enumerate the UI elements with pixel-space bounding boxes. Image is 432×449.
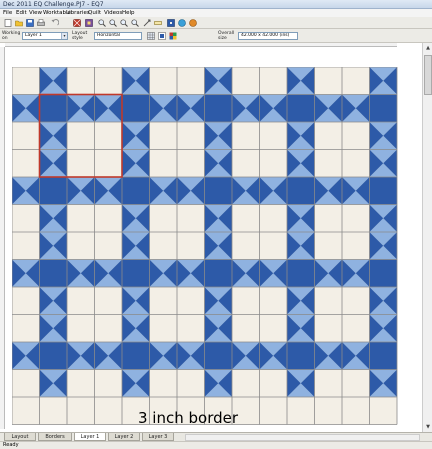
star-center-square bbox=[204, 177, 232, 205]
scroll-thumb[interactable] bbox=[424, 55, 432, 95]
zoom-out-icon[interactable] bbox=[108, 18, 118, 28]
star-center-square bbox=[122, 94, 150, 122]
star-center-square bbox=[204, 342, 232, 370]
layer-dropdown-value: Layer 1 bbox=[25, 33, 42, 38]
undo-icon[interactable] bbox=[50, 18, 60, 28]
zoom-fit-icon[interactable] bbox=[119, 18, 129, 28]
pan-icon[interactable] bbox=[142, 18, 152, 28]
star-center-square bbox=[39, 94, 67, 122]
menu-view[interactable]: View bbox=[29, 9, 42, 17]
border-caption: 3 inch border bbox=[138, 409, 239, 427]
menu-help[interactable]: Help bbox=[122, 9, 135, 17]
star-center-square bbox=[204, 94, 232, 122]
star-center-square bbox=[369, 94, 397, 122]
tab-layout[interactable]: Layout bbox=[4, 433, 36, 441]
measure-icon[interactable] bbox=[153, 18, 163, 28]
scroll-down-icon[interactable]: ▼ bbox=[424, 423, 432, 431]
star-center-square bbox=[122, 259, 150, 287]
star-center-square bbox=[369, 177, 397, 205]
working-on-label: Working on bbox=[2, 31, 21, 41]
overall-size-field: 42.000 x 42.000 (ins) bbox=[238, 32, 298, 40]
tab-layer-2[interactable]: Layer 2 bbox=[108, 433, 140, 441]
zoom-refresh-icon[interactable] bbox=[130, 18, 140, 28]
vertical-scrollbar[interactable]: ▲ ▼ bbox=[422, 43, 432, 432]
menu-file[interactable]: File bbox=[3, 9, 12, 17]
star-center-square bbox=[39, 177, 67, 205]
main-toolbar bbox=[0, 17, 432, 29]
status-text: Ready bbox=[3, 442, 19, 448]
star-center-square bbox=[369, 342, 397, 370]
menu-videos[interactable]: Videos bbox=[104, 9, 122, 17]
properties-bar: Working on Layer 1 ▾ Layout style Horizo… bbox=[0, 29, 432, 43]
zoom-in-icon[interactable] bbox=[97, 18, 107, 28]
vertical-ruler bbox=[0, 47, 5, 429]
menu-libraries[interactable]: Libraries bbox=[66, 9, 90, 17]
layout-style-label: Layout style bbox=[72, 31, 88, 41]
new-icon[interactable] bbox=[3, 18, 13, 28]
star-center-square bbox=[287, 259, 315, 287]
info-icon[interactable] bbox=[188, 18, 198, 28]
menu-edit[interactable]: Edit bbox=[16, 9, 27, 17]
color-view-icon[interactable] bbox=[168, 31, 178, 41]
block-worktable-icon[interactable] bbox=[84, 18, 94, 28]
star-center-square bbox=[39, 259, 67, 287]
print-icon[interactable] bbox=[36, 18, 46, 28]
overall-size-label: Overall size bbox=[218, 31, 235, 41]
star-center-square bbox=[122, 342, 150, 370]
title-bar: Dec 2011 EQ Challenge.PJ7 - EQ7 bbox=[0, 0, 432, 9]
star-center-square bbox=[369, 259, 397, 287]
layout-style-value: Horizontal bbox=[97, 33, 120, 38]
fabric-icon[interactable] bbox=[166, 18, 176, 28]
scroll-up-icon[interactable]: ▲ bbox=[424, 44, 432, 52]
overall-size-value: 42.000 x 42.000 (ins) bbox=[241, 33, 290, 38]
quilt-worktable: 3 inch border ▲ ▼ bbox=[0, 43, 432, 432]
status-bar: Ready bbox=[0, 441, 432, 449]
layout-view-icon[interactable] bbox=[157, 31, 167, 41]
star-center-square bbox=[287, 94, 315, 122]
star-center-square bbox=[39, 342, 67, 370]
menu-bar: File Edit View Worktable Libraries Quilt… bbox=[0, 9, 432, 17]
layout-style-field[interactable]: Horizontal bbox=[94, 32, 142, 40]
star-center-square bbox=[287, 177, 315, 205]
tab-borders[interactable]: Borders bbox=[38, 433, 72, 441]
quilt-worktable-icon[interactable] bbox=[72, 18, 82, 28]
star-center-square bbox=[204, 259, 232, 287]
tab-layer-3[interactable]: Layer 3 bbox=[142, 433, 174, 441]
star-center-square bbox=[122, 177, 150, 205]
save-icon[interactable] bbox=[25, 18, 35, 28]
tab-layer-1[interactable]: Layer 1 bbox=[74, 433, 106, 441]
worktable-tabs: Layout Borders Layer 1 Layer 2 Layer 3 bbox=[0, 432, 432, 441]
horizontal-scrollbar[interactable] bbox=[185, 434, 420, 441]
window-title: Dec 2011 EQ Challenge.PJ7 - EQ7 bbox=[3, 1, 104, 8]
grid-view-icon[interactable] bbox=[146, 31, 156, 41]
open-icon[interactable] bbox=[14, 18, 24, 28]
layer-dropdown[interactable]: Layer 1 ▾ bbox=[22, 32, 68, 40]
star-center-square bbox=[287, 342, 315, 370]
help-icon[interactable] bbox=[177, 18, 187, 28]
horizontal-ruler bbox=[5, 43, 397, 47]
quilt-layout[interactable] bbox=[11, 66, 412, 441]
menu-quilt[interactable]: Quilt bbox=[88, 9, 101, 17]
chevron-down-icon: ▾ bbox=[61, 33, 67, 39]
